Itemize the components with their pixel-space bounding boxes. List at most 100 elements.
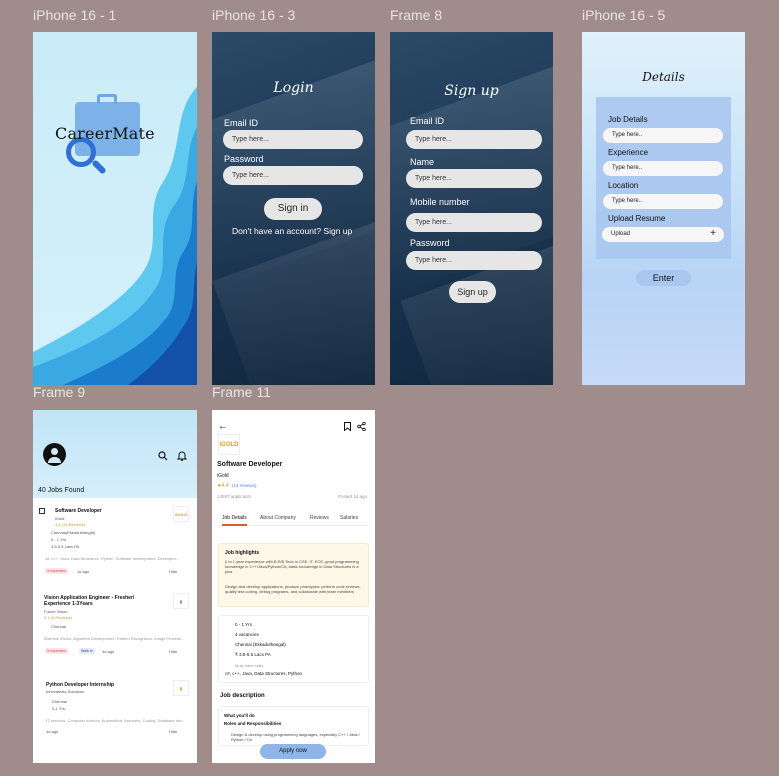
password-input[interactable]: Type here... <box>223 166 363 185</box>
location: Chennai(Ekkaduthangal) <box>51 530 96 535</box>
password-label: Password <box>224 154 264 164</box>
hide-button[interactable]: Hide <box>169 569 177 574</box>
location-input[interactable]: Type here.. <box>603 194 723 209</box>
job-card[interactable]: Python Developer Internship Innovateziq … <box>39 680 191 750</box>
tab-salaries[interactable]: Salaries <box>340 515 358 521</box>
company-logo: ▮ <box>173 680 189 696</box>
skills: c#, c++, Java, Data Structures, Python, … <box>45 556 180 561</box>
tab-reviews[interactable]: Reviews <box>310 515 329 521</box>
share-icon[interactable] <box>357 422 366 431</box>
email-input[interactable]: Type here... <box>406 130 542 149</box>
job-title: Software Developer <box>55 508 102 514</box>
what-youll-do: What you'll do <box>224 713 255 718</box>
job-title: Python Developer Internship <box>46 682 115 688</box>
email-input[interactable]: Type here... <box>223 130 363 149</box>
job-title: Vision Application Engineer - Fresher/ E… <box>44 595 135 607</box>
job-highlights-box: Job highlights 0 to 1 year experience wi… <box>218 543 369 607</box>
rating: 4.1 (5 Reviews) <box>44 615 72 620</box>
skills: IT services, Computer science, Automatio… <box>46 718 186 723</box>
job-detail-frame: ← iGOLD Software Developer iGold ★4.4 (1… <box>212 410 375 763</box>
must-have-label: Must have skills <box>235 663 264 668</box>
tab-about-company[interactable]: About Company <box>260 515 296 521</box>
rating-value: 4.4 <box>221 483 229 489</box>
brand-title: CareerMate <box>55 124 155 143</box>
posted-time: Posted 1d ago <box>338 494 368 499</box>
page-title: Details <box>642 70 685 84</box>
back-arrow-icon[interactable]: ← <box>218 421 228 432</box>
wave-decoration <box>33 87 197 385</box>
tab-bar: Job Details About Company Reviews Salari… <box>218 513 369 526</box>
frame-label: Frame 9 <box>33 384 86 400</box>
email-label: Email ID <box>224 118 259 128</box>
search-icon[interactable] <box>158 451 168 461</box>
reviews-link[interactable]: (14 reviews) <box>232 483 257 488</box>
frame-label: Frame 11 <box>212 384 271 400</box>
company-name: Innovateziq Solutions <box>46 689 85 694</box>
location-label: Location <box>608 181 639 190</box>
job-details-input[interactable]: Type here.. <box>603 128 723 143</box>
tab-job-details[interactable]: Job Details <box>222 515 247 526</box>
skills: c#, c++, Java, Data Structures, Python <box>225 671 303 676</box>
mobile-input[interactable]: Type here... <box>406 213 542 232</box>
signin-button[interactable]: Sign in <box>264 198 322 220</box>
frame-label: Frame 8 <box>390 7 443 23</box>
signup-frame: Sign up Email ID Type here... Name Type … <box>390 32 553 385</box>
frame-label: iPhone 16 - 3 <box>212 7 296 23</box>
job-title: Software Developer <box>217 461 283 468</box>
password-input[interactable]: Type here... <box>406 251 542 270</box>
company-name: iGold <box>55 516 65 521</box>
experience-input[interactable]: Type here.. <box>603 161 723 176</box>
job-description-title: Job description <box>220 693 265 699</box>
highlights-title: Job highlights <box>225 550 260 556</box>
salary: 3.5-5.5 Lacs PA <box>51 544 80 549</box>
job-details-label: Job Details <box>608 115 648 124</box>
name-input[interactable]: Type here... <box>406 169 542 188</box>
posted-time: 1d ago <box>77 569 90 574</box>
email-label: Email ID <box>410 116 445 126</box>
hide-button[interactable]: Hide <box>169 729 177 734</box>
highlights-text: 0 to 1 year experience with B.E/B.Tech i… <box>225 559 359 574</box>
signup-link[interactable]: Don't have an account? Sign up <box>232 226 352 236</box>
apply-now-button[interactable]: Apply now <box>260 744 326 759</box>
experience-label: Experience <box>608 148 649 157</box>
rating: 4.4 (14 Reviews) <box>55 522 86 527</box>
hide-button[interactable]: Hide <box>169 649 177 654</box>
signup-button[interactable]: Sign up <box>449 281 496 303</box>
checkbox[interactable] <box>39 508 45 514</box>
salary: ₹ 3.5-5.5 Lacs PA <box>235 652 271 657</box>
role-bullet: Design & develop using programming langu… <box>231 732 360 742</box>
location: Chennai <box>51 624 66 629</box>
experience: 0 - 1 Yrs <box>51 537 67 542</box>
upload-resume-button[interactable]: Upload + <box>602 227 724 242</box>
job-card[interactable]: Software Developer iGold 4.4 (14 Reviews… <box>39 506 191 588</box>
login-frame: Login Email ID Type here... Password Typ… <box>212 32 375 385</box>
upload-text: Upload <box>611 231 631 237</box>
enter-button[interactable]: Enter <box>636 270 691 286</box>
walkin-tag: Walk in <box>79 648 95 654</box>
location: Chennai <box>52 699 67 704</box>
experience: 0 - 1 Yrs <box>235 622 252 627</box>
rating: ★4.4 <box>217 483 229 489</box>
splash-frame: CareerMate <box>33 32 197 385</box>
experience: 0-1 Yrs <box>52 706 65 711</box>
company-name: iGold <box>217 473 229 479</box>
password-label: Password <box>410 238 450 248</box>
job-list-frame: 40 Jobs Found Software Developer iGold 4… <box>33 410 197 763</box>
skills: Machine Vision, Algorithm Development, P… <box>44 636 185 641</box>
bell-icon[interactable] <box>177 450 187 461</box>
name-label: Name <box>410 157 435 167</box>
vacancy-tag: 3 vacancies <box>45 648 68 654</box>
vacancies: 4 vacancies <box>235 632 259 637</box>
bookmark-icon[interactable] <box>344 422 351 431</box>
company-logo: ▮ <box>173 593 189 609</box>
resume-label: Upload Resume <box>608 214 666 223</box>
company-logo: iGOLD <box>173 506 189 522</box>
applicants-count: 14597 applicants <box>217 494 252 499</box>
jobs-found-count: 40 Jobs Found <box>38 487 85 494</box>
roles-title: Roles and Responsibilities <box>224 721 282 726</box>
posted-time: 4d ago <box>102 649 115 654</box>
job-description-box: What you'll do Roles and Responsibilitie… <box>218 706 369 746</box>
avatar-icon[interactable] <box>43 443 66 466</box>
job-card[interactable]: Vision Application Engineer - Fresher/ E… <box>39 593 191 663</box>
details-frame: Details Job Details Type here.. Experien… <box>582 32 745 385</box>
